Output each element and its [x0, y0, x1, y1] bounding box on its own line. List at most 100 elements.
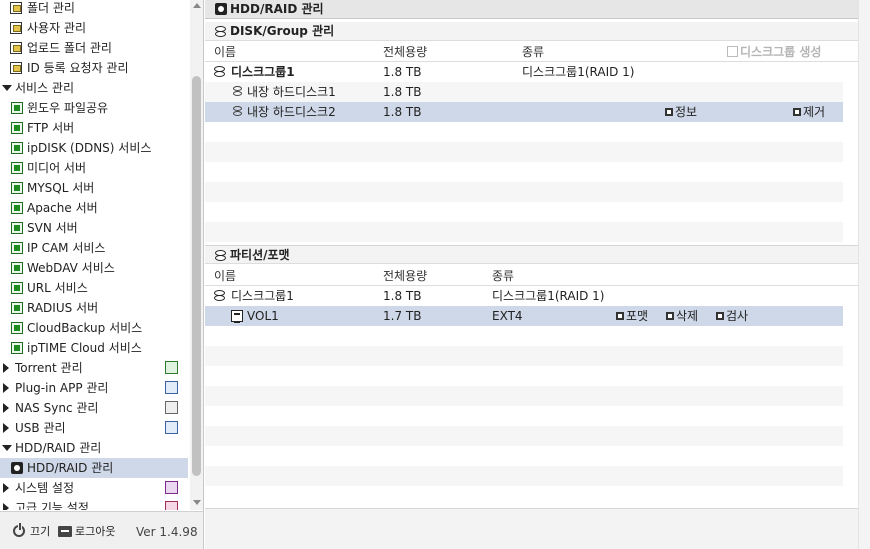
- empty-row: [205, 346, 843, 366]
- sidebar-item-webdav[interactable]: WebDAV 서비스: [0, 258, 190, 278]
- format-button[interactable]: 포맷: [616, 306, 648, 326]
- check-button[interactable]: 검사: [716, 306, 748, 326]
- disk-table-header: 이름 전체용량 종류 디스크그룹 생성: [205, 42, 858, 62]
- folder-icon: [10, 62, 22, 74]
- disk-info-button[interactable]: 정보: [665, 102, 697, 122]
- torrent-icon: [165, 361, 178, 374]
- sidebar-item-upload-folder[interactable]: 업로드 폴더 관리: [0, 38, 190, 58]
- sidebar-item-id-requests[interactable]: ID 등록 요청자 관리: [0, 58, 190, 78]
- scroll-thumb[interactable]: [192, 76, 201, 476]
- sidebar-item-user-management[interactable]: 사용자 관리: [0, 18, 190, 38]
- partition-panel-header: 파티션/포맷: [205, 245, 858, 264]
- service-icon: [11, 282, 23, 294]
- sidebar-item-windows-share[interactable]: 윈도우 파일공유: [0, 98, 190, 118]
- sidebar-item-ipdisk[interactable]: ipDISK (DDNS) 서비스: [0, 138, 190, 158]
- sidebar-item-svn[interactable]: SVN 서버: [0, 218, 190, 238]
- power-off-button[interactable]: 끄기: [30, 525, 50, 539]
- service-icon: [11, 342, 23, 354]
- service-icon: [11, 122, 23, 134]
- table-row[interactable]: 디스크그룹1 1.8 TB 디스크그룹1(RAID 1): [205, 62, 843, 82]
- sidebar-item-folder-management[interactable]: 폴더 관리: [0, 0, 190, 18]
- page-title: HDD/RAID 관리: [230, 2, 324, 16]
- nav-tree: 폴더 관리 사용자 관리 업로드 폴더 관리 ID 등록 요청자 관리 서비스 …: [0, 0, 190, 510]
- scroll-up-icon[interactable]: [193, 3, 201, 8]
- add-icon: [727, 46, 738, 57]
- folder-icon: [10, 2, 22, 14]
- sidebar-item-iptime-cloud[interactable]: ipTIME Cloud 서비스: [0, 338, 190, 358]
- empty-row: [205, 426, 843, 446]
- check-icon: [716, 312, 724, 320]
- table-row[interactable]: VOL1 1.7 TB EXT4 포맷 삭제 검사: [205, 306, 843, 326]
- sidebar-item-ipcam[interactable]: IP CAM 서비스: [0, 238, 190, 258]
- table-row[interactable]: 내장 하드디스크1 1.8 TB: [205, 82, 843, 102]
- sidebar-scrollbar[interactable]: [190, 0, 203, 510]
- empty-row: [205, 326, 843, 346]
- disk-remove-button[interactable]: 제거: [793, 102, 825, 122]
- chevron-right-icon: [3, 383, 9, 393]
- chevron-right-icon: [3, 423, 9, 433]
- chevron-right-icon: [3, 363, 9, 373]
- empty-row: [205, 406, 843, 426]
- chevron-down-icon: [2, 85, 12, 91]
- service-icon: [11, 262, 23, 274]
- folder-icon: [10, 42, 22, 54]
- sidebar-group-system-settings[interactable]: 시스템 설정: [0, 478, 190, 498]
- sidebar-group-torrent[interactable]: Torrent 관리: [0, 358, 190, 378]
- sidebar-group-service-management[interactable]: 서비스 관리: [0, 78, 190, 98]
- chevron-down-icon: [2, 445, 12, 451]
- delete-button[interactable]: 삭제: [666, 306, 698, 326]
- delete-icon: [666, 312, 674, 320]
- main-scrollbar[interactable]: [858, 0, 870, 549]
- partition-table-header: 이름 전체용량 종류: [205, 266, 858, 286]
- sidebar-item-ftp[interactable]: FTP 서버: [0, 118, 190, 138]
- hdd-icon: [11, 462, 23, 474]
- disk-icon: [233, 86, 242, 97]
- volume-icon: [231, 310, 243, 323]
- empty-row: [205, 486, 843, 506]
- power-icon[interactable]: [13, 523, 25, 537]
- format-icon: [616, 312, 624, 320]
- empty-row: [205, 202, 843, 222]
- empty-row: [205, 222, 843, 242]
- remove-icon: [793, 108, 801, 116]
- bottom-bar: [205, 508, 858, 549]
- sidebar-footer: 끄기 로그아웃 Ver 1.4.98: [0, 511, 203, 549]
- sidebar-group-nas-sync[interactable]: NAS Sync 관리: [0, 398, 190, 418]
- service-icon: [11, 162, 23, 174]
- sidebar-item-apache[interactable]: Apache 서버: [0, 198, 190, 218]
- sidebar-group-hdd-raid[interactable]: HDD/RAID 관리: [0, 438, 190, 458]
- table-row[interactable]: 디스크그룹1 1.8 TB 디스크그룹1(RAID 1): [205, 286, 843, 306]
- service-icon: [11, 322, 23, 334]
- create-disk-group-button[interactable]: 디스크그룹 생성: [727, 42, 821, 62]
- table-row[interactable]: 내장 하드디스크2 1.8 TB 정보 제거: [205, 102, 843, 122]
- sidebar-item-hdd-raid[interactable]: HDD/RAID 관리: [0, 458, 188, 478]
- sidebar-group-usb[interactable]: USB 관리: [0, 418, 190, 438]
- empty-row: [205, 366, 843, 386]
- sidebar-item-radius[interactable]: RADIUS 서버: [0, 298, 190, 318]
- version-label: Ver 1.4.98: [136, 525, 198, 539]
- sidebar-group-plugin-app[interactable]: Plug-in APP 관리: [0, 378, 190, 398]
- sidebar-group-advanced-settings[interactable]: 고급 기능 설정: [0, 498, 190, 510]
- partition-icon: [215, 250, 227, 262]
- empty-row: [205, 446, 843, 466]
- sidebar-item-url[interactable]: URL 서비스: [0, 278, 190, 298]
- service-icon: [11, 302, 23, 314]
- sidebar-item-mysql[interactable]: MYSQL 서버: [0, 178, 190, 198]
- scroll-down-icon[interactable]: [193, 500, 201, 505]
- logout-button[interactable]: 로그아웃: [75, 525, 115, 539]
- service-icon: [11, 222, 23, 234]
- service-icon: [11, 102, 23, 114]
- plugin-icon: [165, 381, 178, 394]
- service-icon: [11, 142, 23, 154]
- service-icon: [11, 242, 23, 254]
- sidebar-item-media-server[interactable]: 미디어 서버: [0, 158, 190, 178]
- hdd-icon: [215, 3, 227, 15]
- sidebar-item-cloudbackup[interactable]: CloudBackup 서비스: [0, 318, 190, 338]
- empty-row: [205, 122, 843, 142]
- empty-row: [205, 142, 843, 162]
- info-icon: [665, 108, 673, 116]
- sync-icon: [165, 401, 178, 414]
- empty-row: [205, 386, 843, 406]
- logout-icon[interactable]: [58, 526, 72, 537]
- disk-group-icon: [215, 26, 227, 38]
